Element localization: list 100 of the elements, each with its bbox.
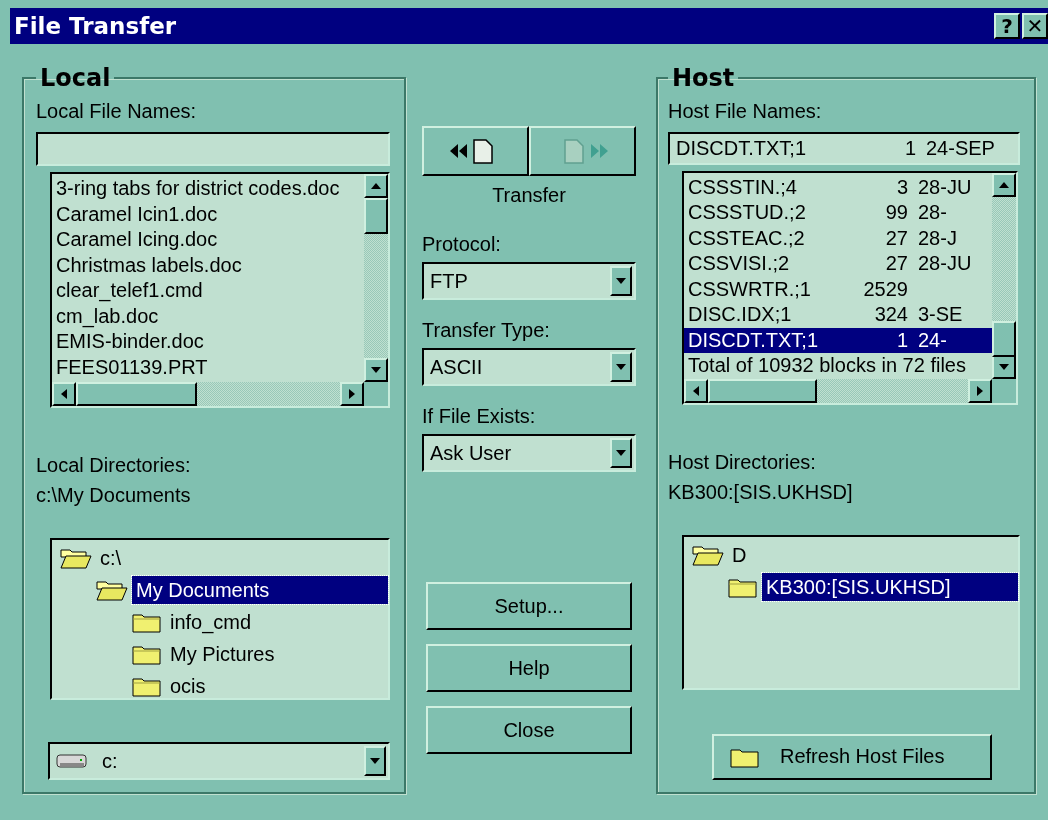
directory-tree[interactable]: c:\ My Documents info_cmd My Pictures ocis bbox=[50, 538, 390, 700]
file-name: CSSTEAC.;2 bbox=[688, 225, 806, 251]
right-arrow-icon bbox=[349, 389, 355, 399]
file-item[interactable]: CSSSTIN.;4 3 28-JU bbox=[684, 174, 992, 201]
dialog-button[interactable]: Close bbox=[426, 706, 632, 754]
directory-item[interactable]: D bbox=[728, 540, 751, 569]
scroll-thumb[interactable] bbox=[992, 320, 1016, 357]
scroll-thumb[interactable] bbox=[76, 382, 198, 406]
right-arrow-icon bbox=[977, 385, 983, 396]
transfer-label: Transfer bbox=[491, 183, 567, 208]
current-directory: KB300:[SIS.UKHSD] bbox=[668, 479, 854, 505]
file-date: 24- bbox=[918, 327, 948, 353]
file-item[interactable]: DISCDT.TXT;1 1 24- bbox=[684, 327, 992, 354]
file-size: 3 bbox=[895, 174, 908, 200]
scrollbar[interactable] bbox=[364, 174, 388, 382]
file-date: 28-JU bbox=[918, 174, 973, 200]
file-size: 1 bbox=[903, 136, 916, 160]
scrollbar[interactable] bbox=[52, 382, 364, 406]
file-item[interactable]: DISC.IDX;1 324 3-SE bbox=[684, 302, 992, 328]
file-size: 99 bbox=[884, 200, 908, 226]
dialog-button[interactable]: Setup... bbox=[426, 582, 632, 630]
scroll-up-button[interactable] bbox=[992, 172, 1016, 197]
scrollbar-corner bbox=[992, 378, 1016, 403]
left-arrow-icon bbox=[61, 389, 67, 399]
dropdown[interactable]: FTP bbox=[422, 262, 636, 300]
file-size: 2529 bbox=[862, 276, 908, 302]
scroll-thumb[interactable] bbox=[708, 378, 818, 403]
directory-item[interactable]: My Documents bbox=[132, 576, 388, 604]
group-title: Host bbox=[671, 64, 736, 92]
file-size: 27 bbox=[884, 251, 908, 277]
directory-item[interactable]: KB300:[SIS.UKHSD] bbox=[762, 572, 1018, 601]
field-label: Host File Names: bbox=[668, 99, 823, 124]
scrollbar[interactable] bbox=[684, 378, 992, 403]
dropdown-button[interactable] bbox=[364, 746, 386, 776]
dropdown-button[interactable] bbox=[610, 266, 632, 296]
file-name: CSSSTUD.;2 bbox=[688, 200, 807, 226]
close-button[interactable]: ✕ bbox=[1022, 13, 1048, 39]
field-label: Protocol: bbox=[422, 232, 502, 257]
down-arrow-icon bbox=[616, 450, 626, 456]
file-name: CSSWRTR.;1 bbox=[688, 276, 812, 302]
drive-dropdown[interactable]: c: bbox=[48, 742, 390, 780]
file-item[interactable]: CSSWRTR.;1 2529 bbox=[684, 276, 992, 303]
scroll-down-button[interactable] bbox=[364, 358, 388, 382]
file-item[interactable]: cm_lab.doc bbox=[52, 303, 364, 329]
directory-item[interactable]: ocis bbox=[166, 672, 210, 700]
file-name: DISCDT.TXT;1 bbox=[688, 327, 820, 353]
down-arrow-icon bbox=[616, 364, 626, 370]
field-label: Host Directories: bbox=[668, 449, 817, 475]
file-item[interactable]: Caramel Icing.doc bbox=[52, 227, 364, 253]
scroll-left-button[interactable] bbox=[684, 378, 708, 403]
scroll-right-button[interactable] bbox=[340, 382, 364, 406]
directory-item[interactable]: info_cmd bbox=[166, 608, 256, 636]
file-size: 27 bbox=[884, 225, 908, 251]
scroll-up-button[interactable] bbox=[364, 174, 388, 198]
up-arrow-icon bbox=[999, 181, 1009, 188]
left-arrow-icon bbox=[693, 385, 699, 396]
file-size: 1 bbox=[895, 327, 908, 353]
file-name-field[interactable]: DISCDT.TXT;1 1 24-SEP bbox=[668, 132, 1020, 165]
file-size: 324 bbox=[873, 302, 908, 328]
drive-icon bbox=[56, 753, 88, 769]
file-item[interactable]: EMIS-binder.doc bbox=[52, 329, 364, 355]
file-name: CSSVISI.;2 bbox=[688, 251, 791, 277]
group-title: Local bbox=[39, 64, 112, 92]
transfer-to-local-button[interactable] bbox=[422, 126, 529, 176]
file-item[interactable]: clear_telef1.cmd bbox=[52, 278, 364, 304]
file-item[interactable]: FEES01139.PRT bbox=[52, 354, 364, 380]
dialog-button[interactable]: Help bbox=[426, 644, 632, 692]
field-label: If File Exists: bbox=[422, 404, 537, 429]
down-arrow-icon bbox=[999, 363, 1009, 370]
dropdown-button[interactable] bbox=[610, 438, 632, 468]
file-item[interactable]: 3-ring tabs for district codes.doc bbox=[52, 176, 364, 202]
current-directory: c:\My Documents bbox=[36, 483, 192, 508]
file-item[interactable]: CSSVISI.;2 27 28-JU bbox=[684, 251, 992, 277]
scroll-left-button[interactable] bbox=[52, 382, 76, 406]
file-list[interactable]: 3-ring tabs for district codes.doc Caramel Icin1.doc Caramel Icing.doc Christmas labels.doc clear_telef1.cmd cm_lab.doc EMIS-binder.doc FEES01139.PRT bbox=[50, 172, 390, 408]
dropdown-button[interactable] bbox=[610, 352, 632, 382]
file-name: DISC.IDX;1 bbox=[688, 302, 793, 328]
file-item[interactable]: CSSTEAC.;2 27 28-J bbox=[684, 225, 992, 252]
help-button[interactable]: ? bbox=[994, 13, 1020, 39]
scroll-thumb[interactable] bbox=[364, 198, 388, 234]
field-label: Local Directories: bbox=[36, 453, 192, 478]
file-item[interactable]: Christmas labels.doc bbox=[52, 252, 364, 278]
down-arrow-icon bbox=[616, 278, 626, 284]
scrollbar[interactable] bbox=[992, 172, 1016, 379]
file-name-field[interactable] bbox=[36, 132, 390, 166]
field-label: Local File Names: bbox=[36, 99, 198, 124]
file-date: 24-SEP bbox=[926, 136, 996, 160]
file-item[interactable]: CSSSTUD.;2 99 28- bbox=[684, 200, 992, 226]
directory-item[interactable]: My Pictures bbox=[166, 640, 279, 668]
scroll-right-button[interactable] bbox=[968, 378, 992, 403]
up-arrow-icon bbox=[371, 183, 381, 189]
file-list[interactable]: CSSSTIN.;4 3 28-JU CSSSTUD.;2 99 28- CSSTEAC.;2 27 28-J CSSVISI.;2 27 28-JU CSSWRTR.;1 2529 DISC.IDX;1 324 3-SE DISCDT.TXT;1 1 24- Total of 10932 blocks in 72 files bbox=[682, 170, 1018, 405]
refresh-button[interactable]: Refresh Host Files bbox=[712, 733, 992, 780]
directory-tree[interactable]: D KB300:[SIS.UKHSD] bbox=[682, 534, 1020, 690]
file-date: 3-SE bbox=[918, 302, 964, 328]
file-item[interactable]: Caramel Icin1.doc bbox=[52, 201, 364, 227]
dropdown[interactable]: ASCII bbox=[422, 348, 636, 386]
dropdown[interactable]: Ask User bbox=[422, 434, 636, 472]
down-arrow-icon bbox=[371, 367, 381, 373]
directory-item[interactable]: c:\ bbox=[96, 544, 126, 572]
